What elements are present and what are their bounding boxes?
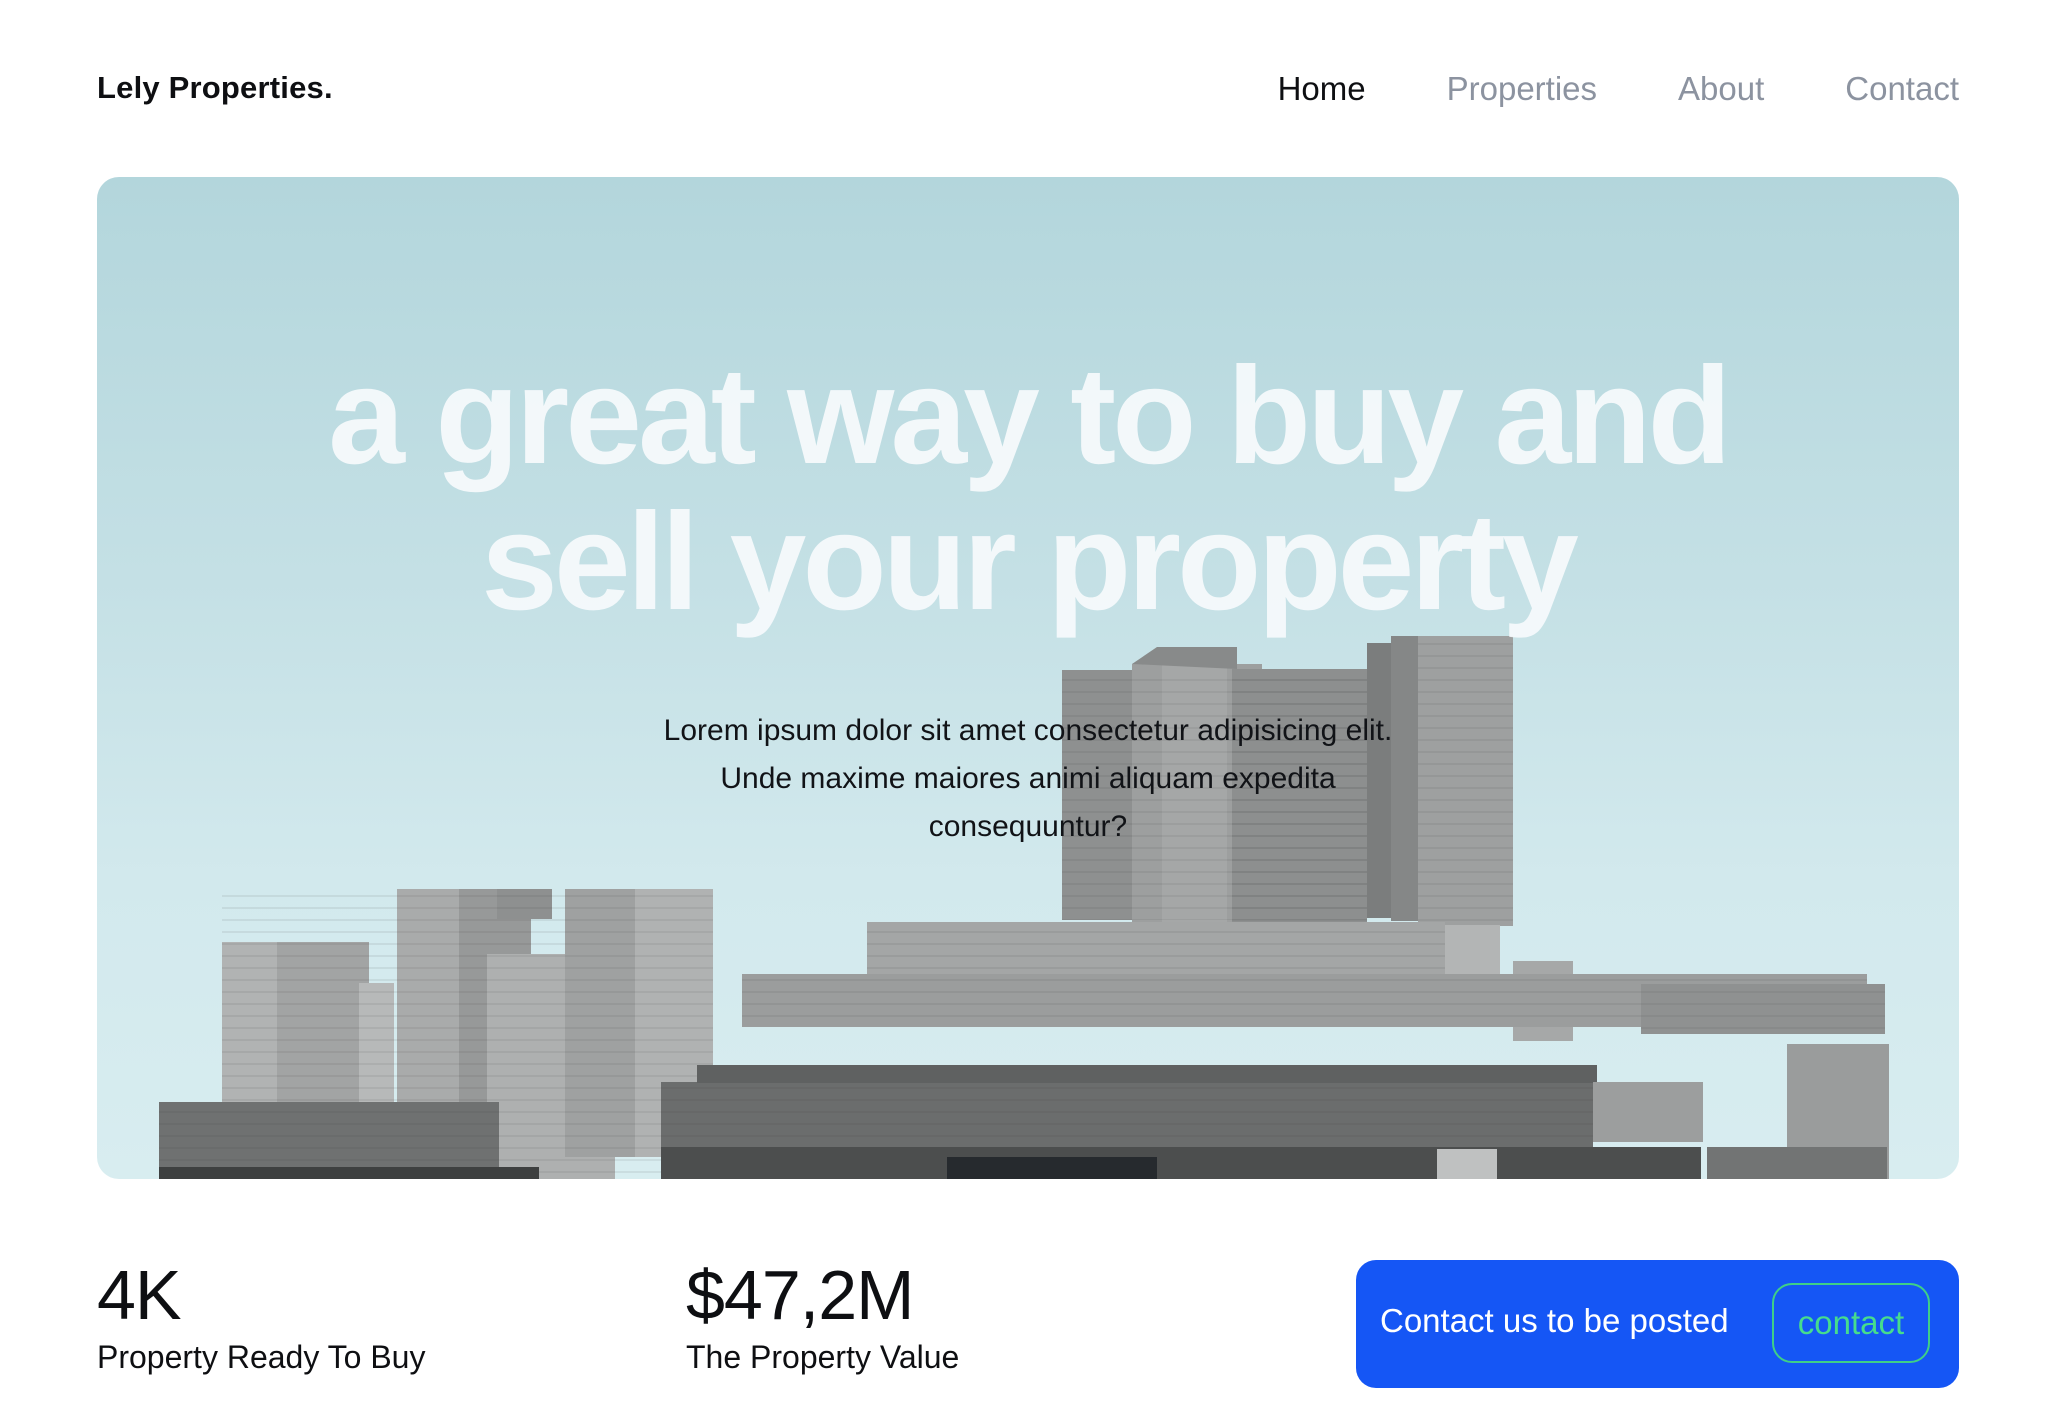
- site-header: Lely Properties. Home Properties About C…: [97, 62, 1959, 122]
- hero-title: a great way to buy and sell your propert…: [97, 343, 1959, 635]
- nav-contact[interactable]: Contact: [1845, 70, 1959, 108]
- hero-title-line-1: a great way to buy and: [328, 339, 1732, 493]
- landing-page: Lely Properties. Home Properties About C…: [0, 0, 2048, 1418]
- stat-properties-ready: 4K Property Ready To Buy: [97, 1255, 425, 1377]
- hero-title-line-2: sell your property: [481, 485, 1579, 639]
- hero-banner: a great way to buy and sell your propert…: [97, 177, 1959, 1179]
- stat-property-value: $47,2M The Property Value: [686, 1255, 959, 1377]
- cta-text: Contact us to be posted: [1380, 1302, 1729, 1339]
- nav-properties[interactable]: Properties: [1447, 70, 1597, 108]
- contact-button[interactable]: contact: [1772, 1283, 1930, 1363]
- stat-label: Property Ready To Buy: [97, 1339, 426, 1375]
- site-logo[interactable]: Lely Properties.: [97, 70, 333, 106]
- nav-about[interactable]: About: [1678, 70, 1764, 108]
- hero-description: Lorem ipsum dolor sit amet consectetur a…: [663, 714, 1393, 843]
- stat-label: The Property Value: [686, 1339, 960, 1375]
- contact-cta-panel: Contact us to be posted contact: [1356, 1260, 1959, 1388]
- stat-value: $47,2M: [686, 1256, 914, 1334]
- main-nav: Home Properties About Contact: [1197, 70, 1959, 108]
- hero-building-image: [159, 636, 1889, 1179]
- stat-value: 4K: [97, 1256, 182, 1334]
- nav-home[interactable]: Home: [1278, 70, 1366, 108]
